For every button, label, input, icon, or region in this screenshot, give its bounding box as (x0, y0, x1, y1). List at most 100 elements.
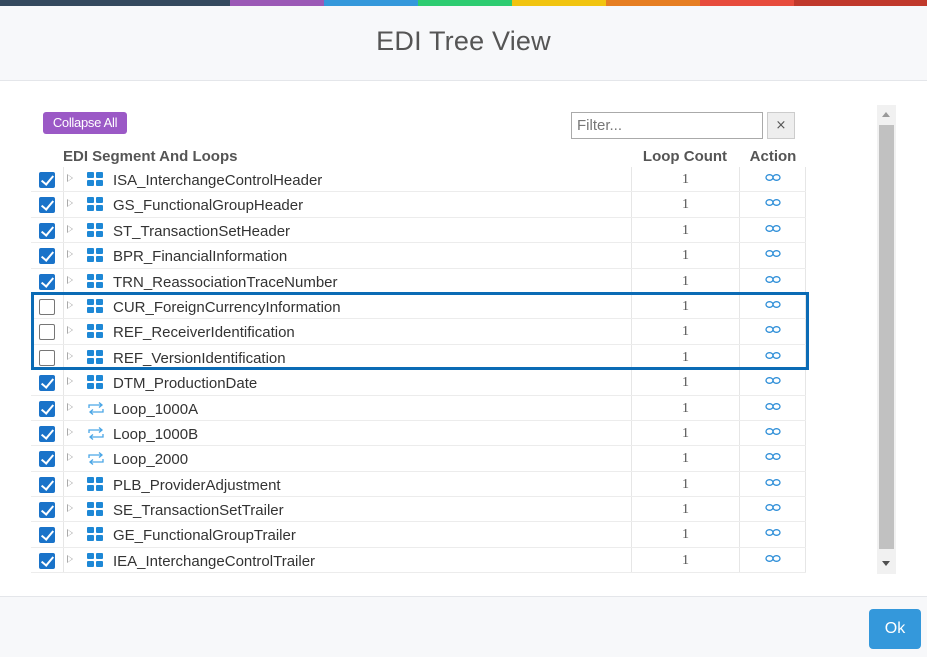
tree-row[interactable]: Loop_2000 1 (31, 446, 806, 472)
row-name[interactable]: REF_VersionIdentification (113, 350, 286, 367)
row-name[interactable]: Loop_1000A (113, 401, 198, 418)
tree-row[interactable]: CUR_ForeignCurrencyInformation 1 (31, 293, 806, 320)
row-name[interactable]: TRN_ReassociationTraceNumber (113, 274, 338, 291)
row-name[interactable]: GS_FunctionalGroupHeader (113, 197, 303, 214)
loop-count-cell: 1 (631, 293, 740, 319)
scroll-up-icon[interactable] (882, 112, 890, 117)
expand-arrow-icon[interactable] (67, 351, 73, 360)
expand-arrow-icon[interactable] (67, 275, 73, 284)
tree-row[interactable]: SE_TransactionSetTrailer 1 (31, 497, 806, 523)
tree-row[interactable]: PLB_ProviderAdjustment 1 (31, 471, 806, 498)
row-checkbox[interactable] (39, 375, 55, 392)
action-cell (740, 167, 806, 192)
collapse-all-button[interactable]: Collapse All (43, 112, 127, 134)
row-name[interactable]: ISA_InterchangeControlHeader (113, 172, 322, 189)
link-icon[interactable] (764, 321, 781, 338)
expand-arrow-icon[interactable] (67, 402, 73, 411)
tree-row[interactable]: GS_FunctionalGroupHeader 1 (31, 192, 806, 218)
row-name[interactable]: ST_TransactionSetHeader (113, 223, 290, 240)
link-icon[interactable] (764, 372, 781, 389)
segment-icon (87, 349, 103, 365)
row-checkbox[interactable] (39, 451, 55, 468)
expand-arrow-icon[interactable] (67, 554, 73, 563)
row-name[interactable]: REF_ReceiverIdentification (113, 324, 295, 341)
link-icon[interactable] (764, 194, 781, 211)
link-icon[interactable] (764, 423, 781, 440)
row-checkbox[interactable] (39, 324, 55, 341)
row-name[interactable]: BPR_FinancialInformation (113, 248, 287, 265)
row-checkbox[interactable] (39, 400, 55, 417)
clear-filter-button[interactable]: × (767, 112, 795, 139)
link-icon[interactable] (764, 550, 781, 567)
link-icon[interactable] (764, 347, 781, 364)
link-icon[interactable] (764, 474, 781, 491)
link-icon[interactable] (764, 169, 781, 186)
row-checkbox[interactable] (39, 425, 55, 442)
tree-row[interactable]: TRN_ReassociationTraceNumber 1 (31, 268, 806, 294)
row-name[interactable]: SE_TransactionSetTrailer (113, 502, 284, 519)
segment-icon (87, 273, 103, 289)
link-icon[interactable] (764, 245, 781, 262)
action-cell (740, 344, 806, 370)
scroll-down-icon[interactable] (882, 561, 890, 566)
expand-arrow-icon[interactable] (67, 174, 73, 182)
row-checkbox[interactable] (39, 527, 55, 544)
expand-arrow-icon[interactable] (67, 300, 73, 309)
row-name[interactable]: Loop_1000B (113, 426, 198, 443)
tree-row[interactable]: REF_ReceiverIdentification 1 (31, 319, 806, 345)
expand-arrow-icon[interactable] (67, 529, 73, 538)
row-checkbox[interactable] (39, 222, 55, 239)
scrollbar-thumb[interactable] (879, 125, 894, 549)
row-name[interactable]: GE_FunctionalGroupTrailer (113, 527, 296, 544)
tree-row[interactable]: DTM_ProductionDate 1 (31, 370, 806, 396)
tree-row[interactable]: Loop_1000A 1 (31, 395, 806, 421)
row-checkbox[interactable] (39, 349, 55, 366)
row-checkbox[interactable] (39, 172, 55, 188)
row-name[interactable]: DTM_ProductionDate (113, 375, 257, 392)
expand-arrow-icon[interactable] (67, 377, 73, 386)
tree-row[interactable]: ISA_InterchangeControlHeader 1 (31, 167, 806, 193)
row-name[interactable]: CUR_ForeignCurrencyInformation (113, 299, 341, 316)
tree-row[interactable]: Loop_1000B 1 (31, 420, 806, 447)
tree-row[interactable]: BPR_FinancialInformation 1 (31, 243, 806, 269)
expand-arrow-icon[interactable] (67, 453, 73, 462)
vertical-scrollbar[interactable] (877, 105, 896, 574)
row-checkbox[interactable] (39, 552, 55, 569)
row-divider (63, 268, 64, 293)
tree-row[interactable]: GE_FunctionalGroupTrailer 1 (31, 522, 806, 548)
link-icon[interactable] (764, 524, 781, 541)
filter-input[interactable] (571, 112, 763, 139)
expand-arrow-icon[interactable] (67, 427, 73, 436)
row-checkbox[interactable] (39, 476, 55, 493)
ok-button[interactable]: Ok (869, 609, 921, 649)
loop-count-cell: 1 (631, 522, 740, 547)
row-checkbox[interactable] (39, 273, 55, 290)
link-icon[interactable] (764, 448, 781, 465)
row-name[interactable]: IEA_InterchangeControlTrailer (113, 553, 315, 570)
link-icon[interactable] (764, 296, 781, 313)
tree-row[interactable]: IEA_InterchangeControlTrailer 1 (31, 547, 806, 574)
link-icon[interactable] (764, 398, 781, 415)
row-divider (63, 293, 64, 319)
expand-arrow-icon[interactable] (67, 224, 73, 233)
link-icon[interactable] (764, 499, 781, 516)
tree-row[interactable]: REF_VersionIdentification 1 (31, 344, 806, 371)
link-icon[interactable] (764, 271, 781, 288)
expand-arrow-icon[interactable] (67, 326, 73, 335)
expand-arrow-icon[interactable] (67, 199, 73, 208)
expand-arrow-icon[interactable] (67, 478, 73, 487)
link-icon[interactable] (764, 220, 781, 237)
expand-arrow-icon[interactable] (67, 250, 73, 259)
row-checkbox[interactable] (39, 248, 55, 265)
row-divider (63, 471, 64, 497)
row-name[interactable]: PLB_ProviderAdjustment (113, 477, 281, 494)
tree-row[interactable]: ST_TransactionSetHeader 1 (31, 217, 806, 244)
row-checkbox[interactable] (39, 197, 55, 214)
row-checkbox[interactable] (39, 298, 55, 315)
expand-arrow-icon[interactable] (67, 504, 73, 513)
row-checkbox[interactable] (39, 502, 55, 519)
segment-icon (87, 527, 103, 542)
segment-icon (87, 197, 103, 212)
loop-count-cell: 1 (631, 547, 740, 573)
row-name[interactable]: Loop_2000 (113, 451, 188, 468)
